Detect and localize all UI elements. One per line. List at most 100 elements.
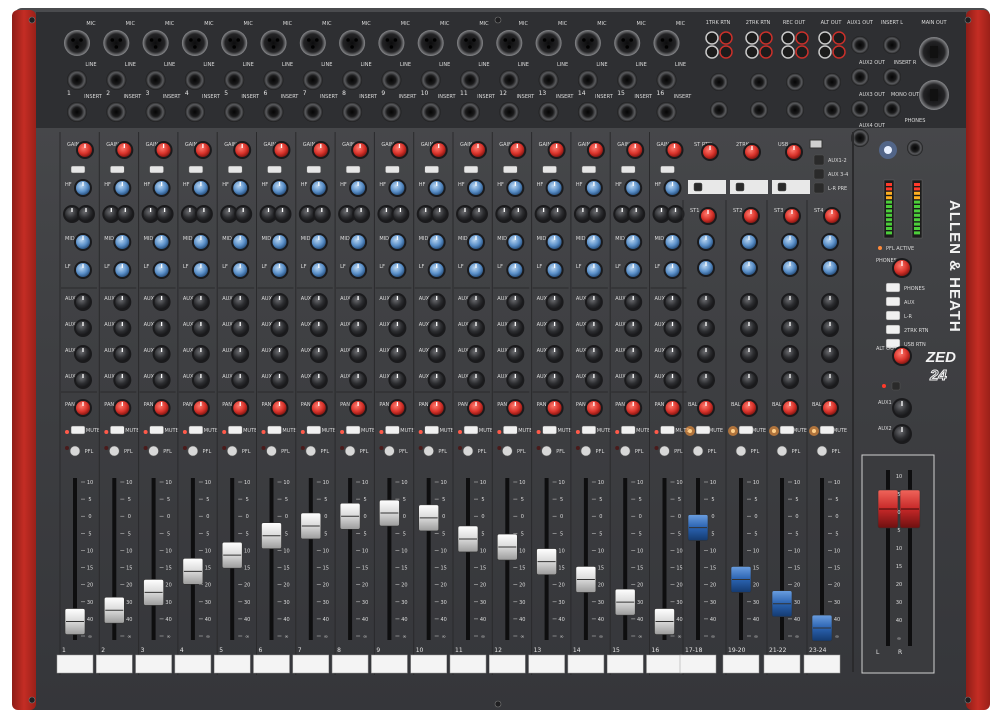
pfl-button[interactable] (692, 445, 704, 457)
xlr-input-10[interactable] (417, 30, 444, 56)
insert-jack-14[interactable] (577, 102, 598, 122)
line-jack-7[interactable] (302, 70, 323, 90)
mute-button[interactable] (110, 425, 125, 435)
aux2-knob[interactable] (231, 319, 250, 337)
aux4-knob[interactable] (506, 371, 525, 389)
lf-knob[interactable] (740, 259, 758, 277)
hf-knob[interactable] (309, 179, 328, 197)
aux4-knob[interactable] (545, 371, 564, 389)
alt-out-knob[interactable] (892, 346, 912, 366)
fader-cap[interactable] (379, 499, 400, 527)
output-jack-6[interactable] (883, 100, 901, 118)
output-jack-1[interactable] (851, 36, 869, 54)
pfl-button[interactable] (187, 445, 199, 457)
stereo-jack[interactable] (786, 73, 804, 91)
pfl-button[interactable] (541, 445, 552, 457)
pan-knob[interactable] (309, 399, 328, 417)
aux2-knob[interactable] (584, 319, 603, 337)
high-pass-button[interactable] (660, 165, 675, 174)
mid-knob[interactable] (231, 233, 250, 251)
insert-jack-6[interactable] (263, 102, 284, 122)
aux3-knob[interactable] (624, 345, 643, 363)
stereo-jack[interactable] (786, 101, 804, 119)
pfl-button[interactable] (462, 445, 474, 457)
aux2-knob[interactable] (697, 319, 715, 337)
pfl-button[interactable] (776, 445, 788, 457)
monitor-source-button[interactable] (885, 296, 901, 307)
hf-knob[interactable] (388, 179, 407, 197)
aux1-knob[interactable] (663, 293, 682, 311)
pan-knob[interactable] (113, 399, 132, 417)
hf-knob[interactable] (152, 179, 171, 197)
aux4-knob[interactable] (781, 371, 799, 389)
aux1-master-knob[interactable] (892, 398, 912, 418)
mid-gain-knob[interactable] (587, 205, 606, 223)
high-pass-button[interactable] (503, 165, 518, 174)
main-xlr-r[interactable] (919, 80, 949, 110)
fader-cap[interactable] (221, 541, 243, 569)
aux1-knob[interactable] (545, 293, 564, 311)
aux3-knob[interactable] (427, 345, 446, 363)
pfl-button[interactable] (619, 445, 631, 457)
high-pass-button[interactable] (149, 165, 164, 174)
mid-gain-knob[interactable] (391, 205, 410, 223)
aux4-knob[interactable] (663, 371, 682, 389)
aux3-knob[interactable] (740, 345, 758, 363)
mid-knob[interactable] (74, 233, 92, 251)
xlr-input-14[interactable] (574, 30, 601, 56)
aux1-knob[interactable] (697, 293, 715, 311)
gain-knob[interactable] (508, 141, 527, 159)
xlr-input-8[interactable] (339, 30, 366, 56)
aux2-knob[interactable] (624, 319, 643, 337)
aux4-knob[interactable] (388, 371, 407, 389)
aux4-knob[interactable] (309, 371, 328, 389)
output-jack-5[interactable] (851, 100, 869, 118)
master-fader-cap[interactable] (877, 489, 899, 529)
mid-gain-knob[interactable] (430, 205, 449, 223)
mid-gain-knob[interactable] (194, 205, 213, 223)
xlr-input-15[interactable] (614, 30, 641, 56)
aux4-knob[interactable] (584, 371, 603, 389)
insert-jack-16[interactable] (656, 102, 677, 122)
aux1-knob[interactable] (113, 293, 132, 311)
aux3-knob[interactable] (821, 345, 839, 363)
gain-knob[interactable] (390, 141, 409, 159)
mute-button[interactable] (738, 425, 754, 435)
xlr-input-1[interactable] (64, 30, 90, 56)
hf-knob[interactable] (697, 233, 715, 251)
mid-gain-knob[interactable] (312, 205, 331, 223)
fader-cap[interactable] (811, 614, 833, 642)
pfl-button[interactable] (305, 445, 317, 457)
aux1-knob[interactable] (624, 293, 643, 311)
xlr-input-3[interactable] (142, 30, 169, 56)
mid-knob[interactable] (349, 233, 368, 251)
aux3-knob[interactable] (506, 345, 525, 363)
aux1-knob[interactable] (781, 293, 799, 311)
hf-knob[interactable] (427, 179, 446, 197)
stereo-jack[interactable] (823, 73, 841, 91)
fader-cap[interactable] (418, 504, 440, 532)
aux4-knob[interactable] (231, 371, 250, 389)
line-jack-10[interactable] (420, 70, 441, 90)
aux3-knob[interactable] (467, 345, 485, 363)
pan-knob[interactable] (74, 399, 92, 417)
aux4-knob[interactable] (349, 371, 368, 389)
gain-knob[interactable] (272, 141, 291, 159)
gain-knob[interactable] (429, 141, 448, 159)
insert-jack-1[interactable] (67, 102, 87, 122)
mid-gain-knob[interactable] (666, 205, 685, 223)
mid-knob[interactable] (467, 233, 485, 251)
stereo-jack[interactable] (750, 73, 768, 91)
aux4-knob[interactable] (740, 371, 758, 389)
insert-jack-10[interactable] (420, 102, 441, 122)
monitor-source-button[interactable] (885, 310, 901, 321)
stereo-jack[interactable] (750, 101, 768, 119)
mute-button[interactable] (695, 425, 711, 435)
gain-knob[interactable] (115, 141, 134, 159)
high-pass-button[interactable] (463, 165, 479, 174)
pfl-button[interactable] (148, 445, 159, 457)
high-pass-button[interactable] (620, 165, 636, 174)
pfl-button[interactable] (266, 445, 277, 457)
hf-knob[interactable] (467, 179, 485, 197)
high-pass-button[interactable] (424, 165, 439, 174)
